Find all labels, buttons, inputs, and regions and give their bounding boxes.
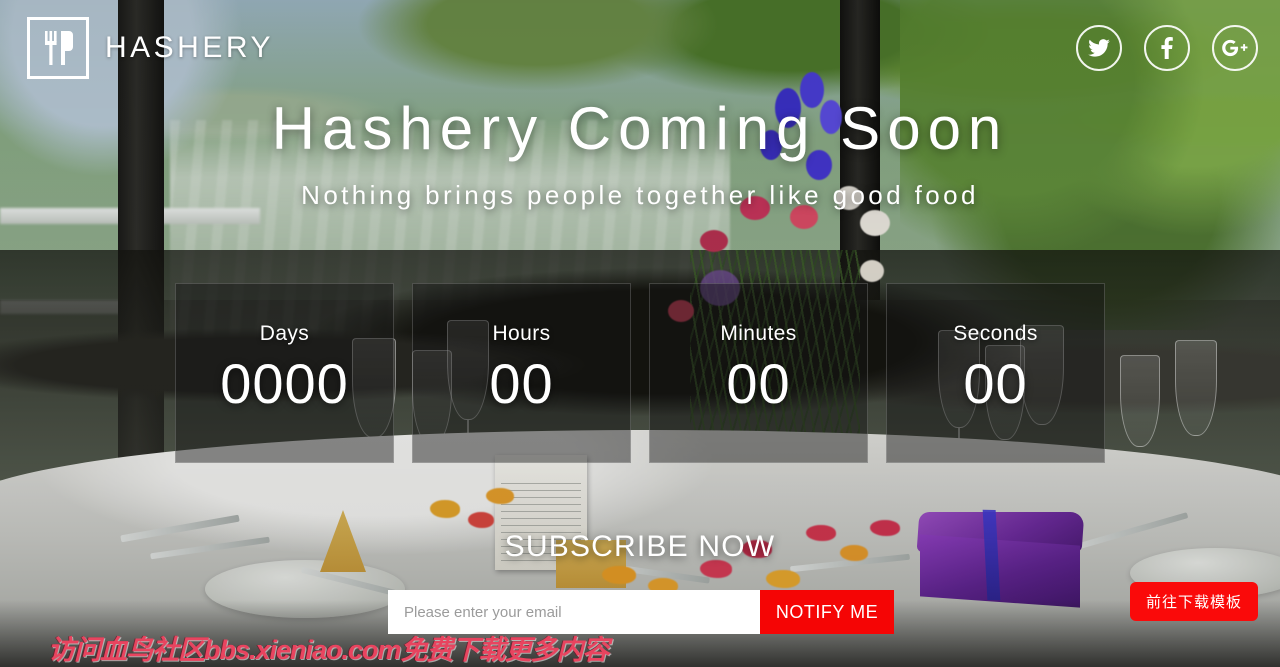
countdown-value: 00 bbox=[963, 351, 1028, 415]
countdown-label: Minutes bbox=[720, 321, 797, 345]
countdown-value: 00 bbox=[489, 351, 554, 415]
google-plus-icon[interactable] bbox=[1212, 25, 1258, 71]
page-title: Hashery Coming Soon bbox=[271, 95, 1009, 162]
page-subtitle: Nothing brings people together like good… bbox=[301, 180, 979, 210]
notify-me-button[interactable]: NOTIFY ME bbox=[760, 590, 894, 634]
countdown-value: 00 bbox=[726, 351, 791, 415]
subscribe-heading: SUBSCRIBE NOW bbox=[504, 530, 776, 563]
countdown-timer: Days 0000 Hours 00 Minutes 00 Seconds 00 bbox=[175, 283, 1105, 463]
countdown-unit-seconds: Seconds 00 bbox=[886, 283, 1105, 463]
brand-name: HASHERY bbox=[105, 31, 274, 64]
countdown-label: Days bbox=[259, 321, 310, 345]
countdown-unit-minutes: Minutes 00 bbox=[649, 283, 868, 463]
fork-knife-icon bbox=[27, 17, 89, 79]
hero-section: Hashery Coming Soon Nothing brings peopl… bbox=[0, 96, 1280, 211]
countdown-unit-days: Days 0000 bbox=[175, 283, 394, 463]
brand-logo[interactable]: HASHERY bbox=[27, 17, 274, 79]
coming-soon-page: HASHERY Hashery Coming Soon Nothing brin… bbox=[0, 0, 1280, 667]
facebook-icon[interactable] bbox=[1144, 25, 1190, 71]
download-template-button[interactable]: 前往下载模板 bbox=[1129, 582, 1258, 621]
site-watermark: 访问血鸟社区bbs.xieniao.com免费下载更多内容 bbox=[48, 635, 610, 665]
countdown-label: Hours bbox=[492, 321, 551, 345]
countdown-value: 0000 bbox=[220, 351, 349, 415]
countdown-unit-hours: Hours 00 bbox=[412, 283, 631, 463]
social-links bbox=[1076, 25, 1258, 71]
site-header: HASHERY bbox=[0, 0, 1280, 96]
twitter-icon[interactable] bbox=[1076, 25, 1122, 71]
countdown-label: Seconds bbox=[953, 321, 1038, 345]
